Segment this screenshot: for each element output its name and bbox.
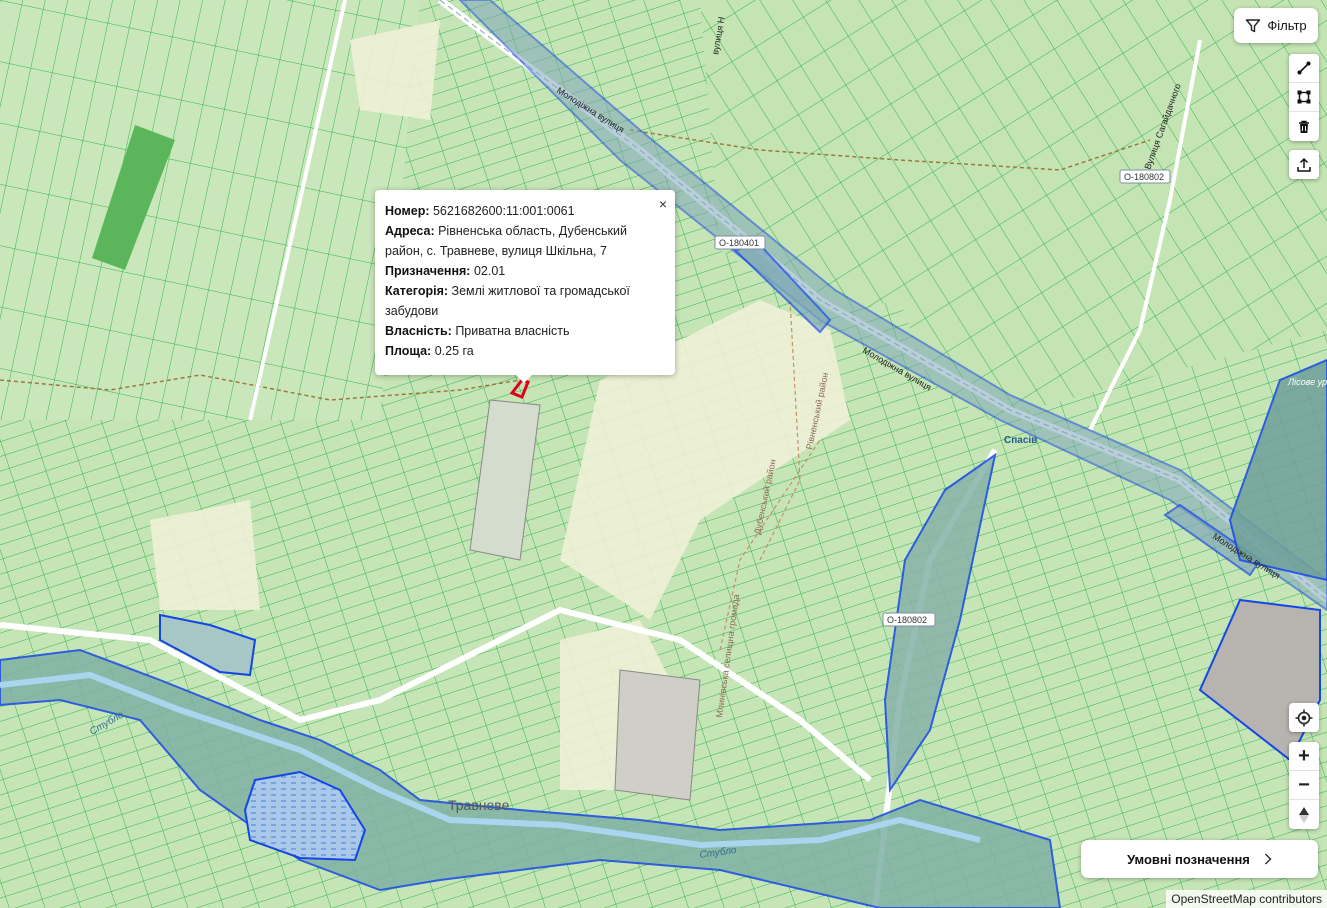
delete-drawing-button[interactable]	[1289, 112, 1319, 141]
reset-bearing-button[interactable]	[1289, 800, 1319, 829]
popup-number-label: Номер:	[385, 204, 430, 218]
chevron-right-icon	[1264, 853, 1272, 865]
popup-address-row: Адреса: Рівненська область, Дубенський р…	[385, 221, 665, 261]
locate-control	[1289, 703, 1319, 732]
popup-number: 5621682600:11:001:0061	[432, 204, 575, 218]
popup-purpose-row: Призначення: 02.01	[385, 261, 665, 281]
road-badge: О-180802	[1119, 169, 1171, 184]
forest-label: Лісове урочище Ділянка букового лісу	[1287, 377, 1327, 387]
crosshair-icon	[1295, 709, 1313, 726]
popup-number-row: Номер: 5621682600:11:001:0061	[385, 201, 665, 221]
map-attribution[interactable]: OpenStreetMap contributors	[1166, 890, 1327, 908]
zoom-out-button[interactable]: −	[1289, 771, 1319, 800]
popup-ownership-label: Власність:	[385, 324, 452, 338]
popup-ownership: Приватна власність	[455, 324, 570, 338]
svg-text:О-180802: О-180802	[1124, 172, 1164, 182]
village-label: Травневе	[448, 797, 510, 813]
popup-category-row: Категорія: Землі житлової та громадської…	[385, 281, 665, 321]
plus-icon: +	[1298, 744, 1310, 767]
export-control	[1289, 150, 1319, 179]
north-arrow-icon	[1299, 806, 1309, 823]
svg-text:О-180401: О-180401	[719, 238, 759, 248]
parcel-popup: × Номер: 5621682600:11:001:0061 Адреса: …	[375, 190, 675, 383]
minus-icon: −	[1298, 773, 1310, 796]
popup-ownership-row: Власність: Приватна власність	[385, 321, 665, 341]
zoom-control: + −	[1289, 742, 1319, 829]
legend-button[interactable]: Умовні позначення	[1081, 840, 1318, 878]
cadastral-map[interactable]: Травневе Стубло Стубло Молодіжна вулиця …	[0, 0, 1327, 908]
export-button[interactable]	[1289, 150, 1319, 179]
popup-area-row: Площа: 0.25 га	[385, 341, 665, 361]
zoom-in-button[interactable]: +	[1289, 742, 1319, 771]
place-label: Спасів	[1004, 435, 1037, 446]
road-badge: О-180401	[714, 235, 766, 250]
draw-toolbar	[1289, 54, 1319, 141]
draw-line-icon	[1297, 61, 1311, 75]
popup-pointer	[515, 374, 533, 383]
close-icon[interactable]: ×	[659, 196, 667, 212]
draw-polygon-button[interactable]	[1289, 83, 1319, 112]
popup-address-label: Адреса:	[385, 224, 435, 238]
draw-line-button[interactable]	[1289, 54, 1319, 83]
svg-text:О-180802: О-180802	[887, 615, 927, 625]
popup-area-label: Площа:	[385, 344, 432, 358]
locate-button[interactable]	[1289, 703, 1319, 732]
upload-icon	[1297, 157, 1311, 172]
popup-purpose: 02.01	[473, 264, 506, 278]
popup-purpose-label: Призначення:	[385, 264, 471, 278]
funnel-icon	[1246, 18, 1261, 32]
trash-icon	[1299, 120, 1309, 133]
popup-category-label: Категорія:	[385, 284, 449, 298]
legend-label: Умовні позначення	[1127, 851, 1250, 867]
road-badge: О-180802	[882, 612, 936, 627]
draw-polygon-icon	[1297, 90, 1311, 104]
filter-button[interactable]: Фільтр	[1234, 8, 1318, 43]
popup-area: 0.25 га	[434, 344, 474, 358]
building-area	[614, 669, 701, 801]
filter-label: Фільтр	[1267, 18, 1307, 33]
